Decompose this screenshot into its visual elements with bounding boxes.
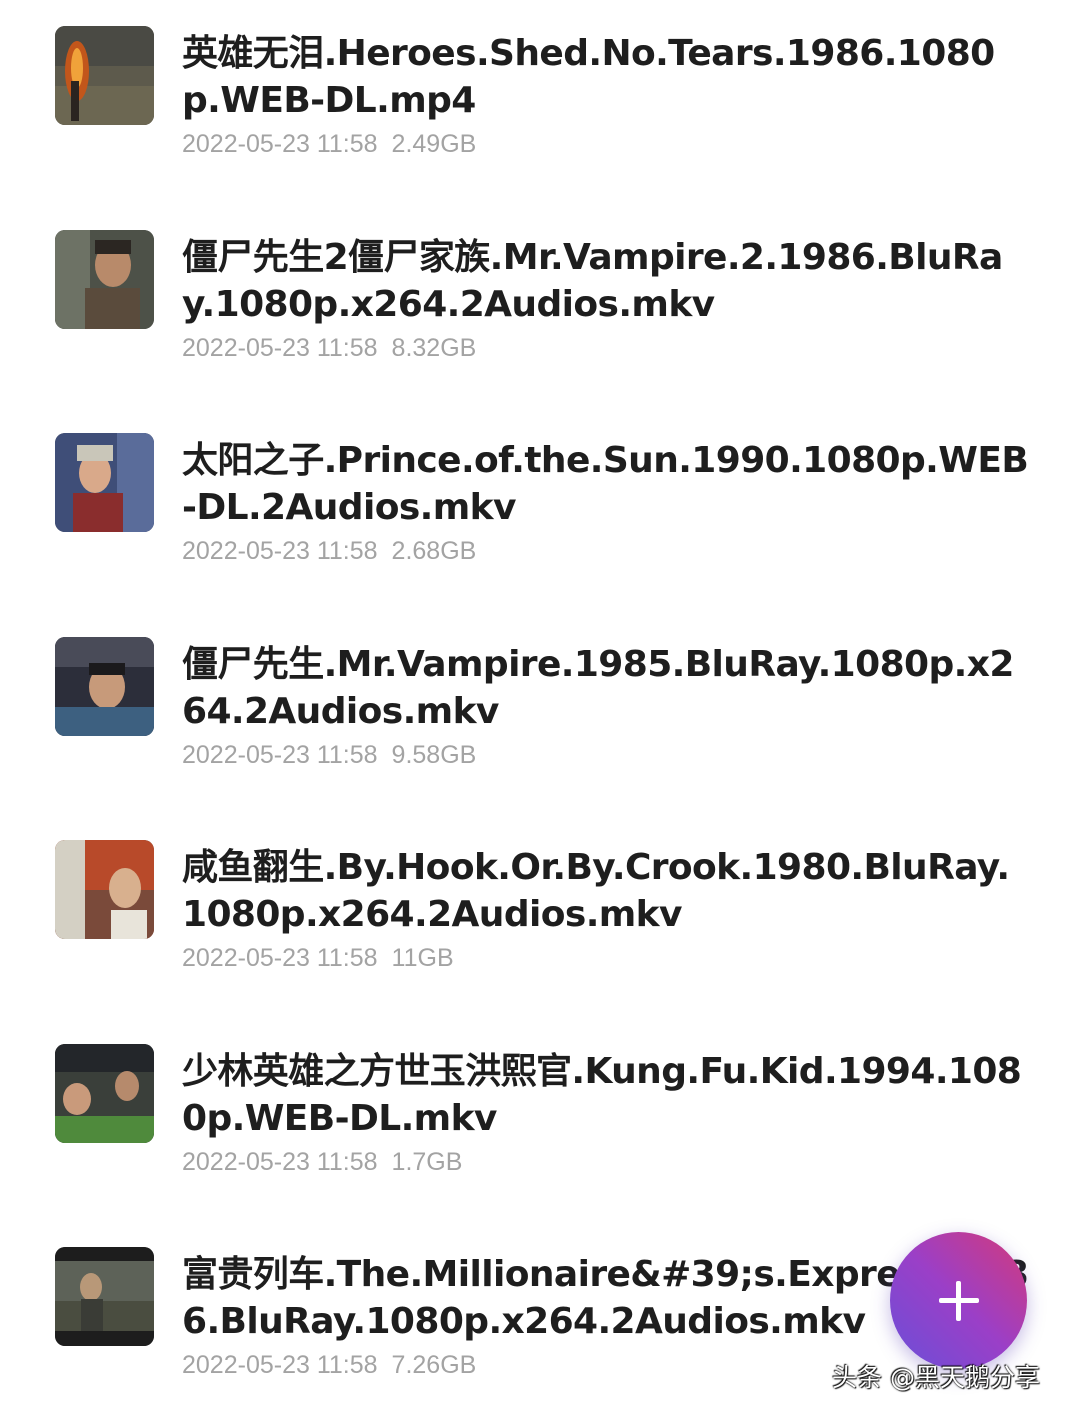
watermark: 头条 @黑天鹅分享 [832, 1363, 1040, 1392]
video-thumbnail [55, 1247, 154, 1346]
file-meta: 2022-05-23 11:58 9.58GB [182, 739, 476, 771]
file-item[interactable]: 少林英雄之方世玉洪熙官.Kung.Fu.Kid.1994.1080p.WEB-D… [0, 1018, 1080, 1208]
file-name: 少林英雄之方世玉洪熙官.Kung.Fu.Kid.1994.1080p.WEB-D… [182, 1051, 1022, 1139]
add-button[interactable] [890, 1232, 1027, 1369]
file-list: 英雄无泪.Heroes.Shed.No.Tears.1986.1080p.WEB… [0, 0, 1080, 1417]
file-size: 9.58GB [391, 741, 477, 769]
file-item[interactable]: 咸鱼翻生.By.Hook.Or.By.Crook.1980.BluRay.108… [0, 814, 1080, 1004]
file-date: 2022-05-23 11:58 [182, 1148, 378, 1176]
file-meta: 2022-05-23 11:58 2.68GB [182, 535, 476, 567]
file-meta: 2022-05-23 11:58 7.26GB [182, 1349, 476, 1381]
file-meta: 2022-05-23 11:58 8.32GB [182, 332, 476, 364]
file-date: 2022-05-23 11:58 [182, 130, 378, 158]
file-size: 8.32GB [391, 334, 477, 362]
file-meta: 2022-05-23 11:58 11GB [182, 942, 454, 974]
video-thumbnail [55, 230, 154, 329]
file-name: 太阳之子.Prince.of.the.Sun.1990.1080p.WEB-DL… [182, 440, 1029, 528]
file-date: 2022-05-23 11:58 [182, 944, 378, 972]
file-meta: 2022-05-23 11:58 1.7GB [182, 1146, 462, 1178]
file-meta: 2022-05-23 11:58 2.49GB [182, 128, 476, 160]
video-thumbnail [55, 433, 154, 532]
file-size: 11GB [391, 944, 454, 972]
video-thumbnail [55, 840, 154, 939]
file-item[interactable]: 僵尸先生2僵尸家族.Mr.Vampire.2.1986.BluRay.1080p… [0, 204, 1080, 394]
video-thumbnail [55, 637, 154, 736]
file-name: 咸鱼翻生.By.Hook.Or.By.Crook.1980.BluRay.108… [182, 847, 1010, 935]
file-item[interactable]: 英雄无泪.Heroes.Shed.No.Tears.1986.1080p.WEB… [0, 0, 1080, 190]
file-size: 7.26GB [391, 1351, 477, 1379]
file-name: 僵尸先生2僵尸家族.Mr.Vampire.2.1986.BluRay.1080p… [182, 237, 1003, 325]
file-size: 2.49GB [391, 130, 477, 158]
file-name: 英雄无泪.Heroes.Shed.No.Tears.1986.1080p.WEB… [182, 33, 995, 121]
file-size: 2.68GB [391, 537, 477, 565]
file-item[interactable]: 僵尸先生.Mr.Vampire.1985.BluRay.1080p.x264.2… [0, 611, 1080, 801]
file-size: 1.7GB [391, 1148, 463, 1176]
video-thumbnail [55, 1044, 154, 1143]
file-date: 2022-05-23 11:58 [182, 741, 378, 769]
file-date: 2022-05-23 11:58 [182, 334, 378, 362]
video-thumbnail [55, 26, 154, 125]
file-name: 僵尸先生.Mr.Vampire.1985.BluRay.1080p.x264.2… [182, 644, 1014, 732]
file-date: 2022-05-23 11:58 [182, 537, 378, 565]
file-item[interactable]: 太阳之子.Prince.of.the.Sun.1990.1080p.WEB-DL… [0, 407, 1080, 597]
file-date: 2022-05-23 11:58 [182, 1351, 378, 1379]
